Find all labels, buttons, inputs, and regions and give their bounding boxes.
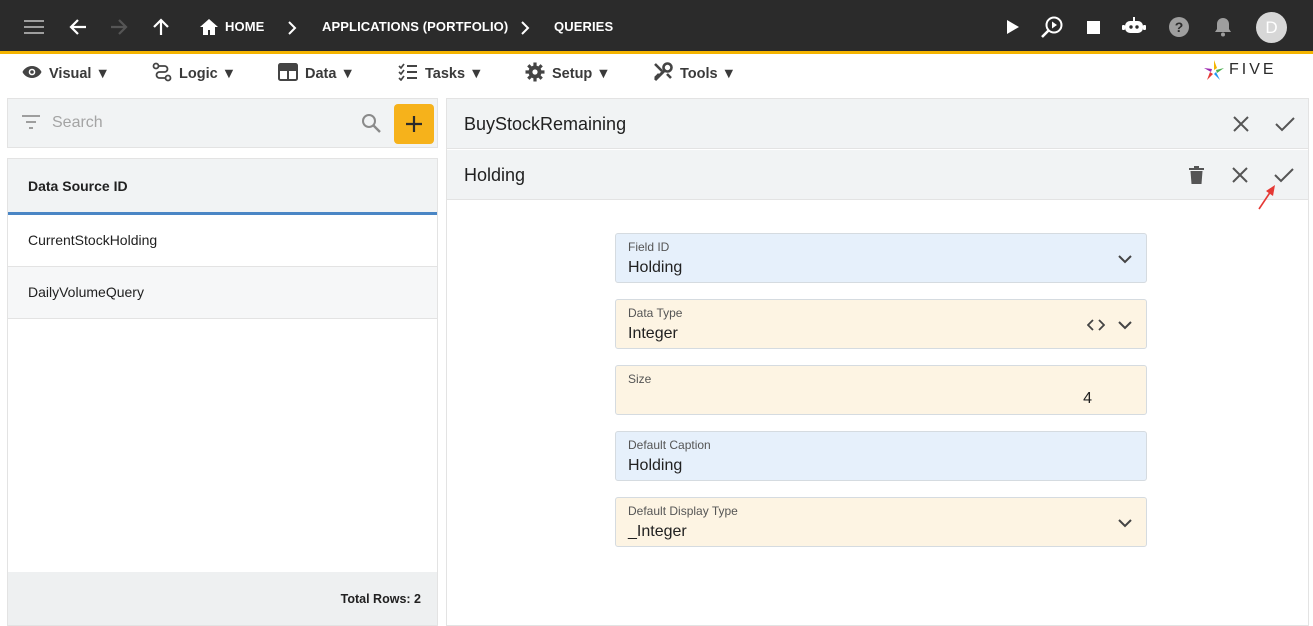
menu-tools-label: Tools ▼ bbox=[680, 66, 736, 82]
menu-tools[interactable]: Tools ▼ bbox=[653, 62, 736, 86]
chevron-right-icon bbox=[282, 14, 302, 42]
notification-bell-icon[interactable] bbox=[1209, 13, 1237, 41]
filter-icon[interactable] bbox=[22, 115, 40, 134]
search-icon[interactable] bbox=[361, 113, 381, 138]
data-type-value: Integer bbox=[628, 325, 678, 342]
size-value: 4 bbox=[1083, 390, 1092, 407]
field-id-select[interactable]: Field ID Holding bbox=[615, 233, 1147, 283]
add-button[interactable] bbox=[394, 104, 434, 144]
menu-visual-label: Visual ▼ bbox=[49, 66, 110, 82]
menu-setup[interactable]: Setup ▼ bbox=[525, 62, 611, 86]
table-icon bbox=[278, 63, 298, 85]
chevron-right-icon bbox=[515, 14, 535, 42]
eye-icon bbox=[22, 65, 42, 83]
default-caption-label: Default Caption bbox=[628, 438, 711, 452]
tools-icon bbox=[653, 62, 673, 86]
search-bar: Search bbox=[7, 98, 438, 148]
list-item[interactable]: CurrentStockHolding bbox=[8, 215, 437, 267]
total-rows-count: Total Rows: 2 bbox=[340, 592, 421, 606]
debug-search-icon[interactable] bbox=[1038, 13, 1066, 41]
list-header-label: Data Source ID bbox=[28, 178, 128, 194]
data-type-label: Data Type bbox=[628, 306, 683, 320]
field-id-value: Holding bbox=[628, 259, 683, 276]
default-caption-value: Holding bbox=[628, 457, 683, 474]
stop-icon[interactable] bbox=[1079, 13, 1107, 41]
menu-logic[interactable]: Logic ▼ bbox=[152, 62, 237, 86]
breadcrumb-queries[interactable]: QUERIES bbox=[554, 19, 613, 34]
hamburger-menu-icon[interactable] bbox=[20, 13, 48, 41]
five-logo-mark-icon bbox=[1204, 60, 1224, 80]
menu-setup-label: Setup ▼ bbox=[552, 66, 611, 82]
five-logo: FIVE bbox=[1203, 59, 1277, 81]
breadcrumb-applications[interactable]: APPLICATIONS (PORTFOLIO) bbox=[322, 19, 508, 34]
list-item-label: DailyVolumeQuery bbox=[28, 284, 144, 300]
chevron-down-icon[interactable] bbox=[1114, 248, 1136, 270]
close-icon[interactable] bbox=[1226, 161, 1254, 189]
size-input[interactable]: Size 4 bbox=[615, 365, 1147, 415]
parent-record-bar: BuyStockRemaining bbox=[447, 99, 1308, 149]
form-panel: BuyStockRemaining Holding Field ID Holdi… bbox=[446, 98, 1309, 626]
avatar[interactable]: D bbox=[1256, 12, 1287, 43]
tasks-icon bbox=[398, 63, 418, 85]
default-display-type-select[interactable]: Default Display Type _Integer bbox=[615, 497, 1147, 547]
default-caption-input[interactable]: Default Caption Holding bbox=[615, 431, 1147, 481]
logic-icon bbox=[152, 62, 172, 86]
menu-data[interactable]: Data ▼ bbox=[278, 63, 355, 85]
back-arrow-icon[interactable] bbox=[64, 13, 92, 41]
home-icon[interactable] bbox=[195, 13, 223, 41]
menu-bar: Visual ▼ Logic ▼ Data ▼ Tasks ▼ Setup ▼ … bbox=[0, 57, 1313, 91]
svg-text:?: ? bbox=[1175, 19, 1184, 35]
menu-tasks-label: Tasks ▼ bbox=[425, 66, 484, 82]
gear-icon bbox=[525, 62, 545, 86]
default-display-type-value: _Integer bbox=[628, 523, 687, 540]
check-icon[interactable] bbox=[1271, 110, 1299, 138]
left-panel: Search Data Source ID CurrentStockHoldin… bbox=[7, 98, 438, 626]
up-arrow-icon[interactable] bbox=[147, 13, 175, 41]
menu-data-label: Data ▼ bbox=[305, 66, 355, 82]
record-title: Holding bbox=[464, 165, 526, 185]
help-icon[interactable]: ? bbox=[1165, 13, 1193, 41]
close-icon[interactable] bbox=[1227, 110, 1255, 138]
list-footer: Total Rows: 2 bbox=[8, 572, 437, 625]
data-source-list: Data Source ID CurrentStockHolding Daily… bbox=[7, 158, 438, 626]
play-icon[interactable] bbox=[999, 13, 1027, 41]
five-logo-text: FIVE bbox=[1229, 61, 1277, 78]
breadcrumb-home[interactable]: HOME bbox=[225, 19, 264, 34]
data-type-select[interactable]: Data Type Integer bbox=[615, 299, 1147, 349]
size-label: Size bbox=[628, 372, 652, 386]
delete-icon[interactable] bbox=[1182, 161, 1210, 189]
menu-tasks[interactable]: Tasks ▼ bbox=[398, 63, 483, 85]
chevron-down-icon[interactable] bbox=[1114, 314, 1136, 336]
annotation-arrow-icon bbox=[1256, 183, 1278, 216]
parent-record-title: BuyStockRemaining bbox=[464, 114, 627, 134]
menu-logic-label: Logic ▼ bbox=[179, 66, 237, 82]
list-item-label: CurrentStockHolding bbox=[28, 232, 158, 248]
search-input[interactable]: Search bbox=[52, 114, 103, 132]
code-icon[interactable] bbox=[1085, 314, 1107, 336]
plus-icon bbox=[406, 116, 422, 132]
field-id-label: Field ID bbox=[628, 240, 670, 254]
forward-arrow-icon bbox=[105, 13, 133, 41]
default-display-type-label: Default Display Type bbox=[628, 504, 738, 518]
record-bar: Holding bbox=[447, 150, 1308, 200]
menu-visual[interactable]: Visual ▼ bbox=[22, 63, 110, 85]
chevron-down-icon[interactable] bbox=[1114, 512, 1136, 534]
list-column-header[interactable]: Data Source ID bbox=[8, 159, 437, 215]
list-item[interactable]: DailyVolumeQuery bbox=[8, 267, 437, 319]
app-bar: HOME APPLICATIONS (PORTFOLIO) QUERIES ? … bbox=[0, 0, 1313, 54]
chat-bot-icon[interactable] bbox=[1120, 13, 1148, 41]
